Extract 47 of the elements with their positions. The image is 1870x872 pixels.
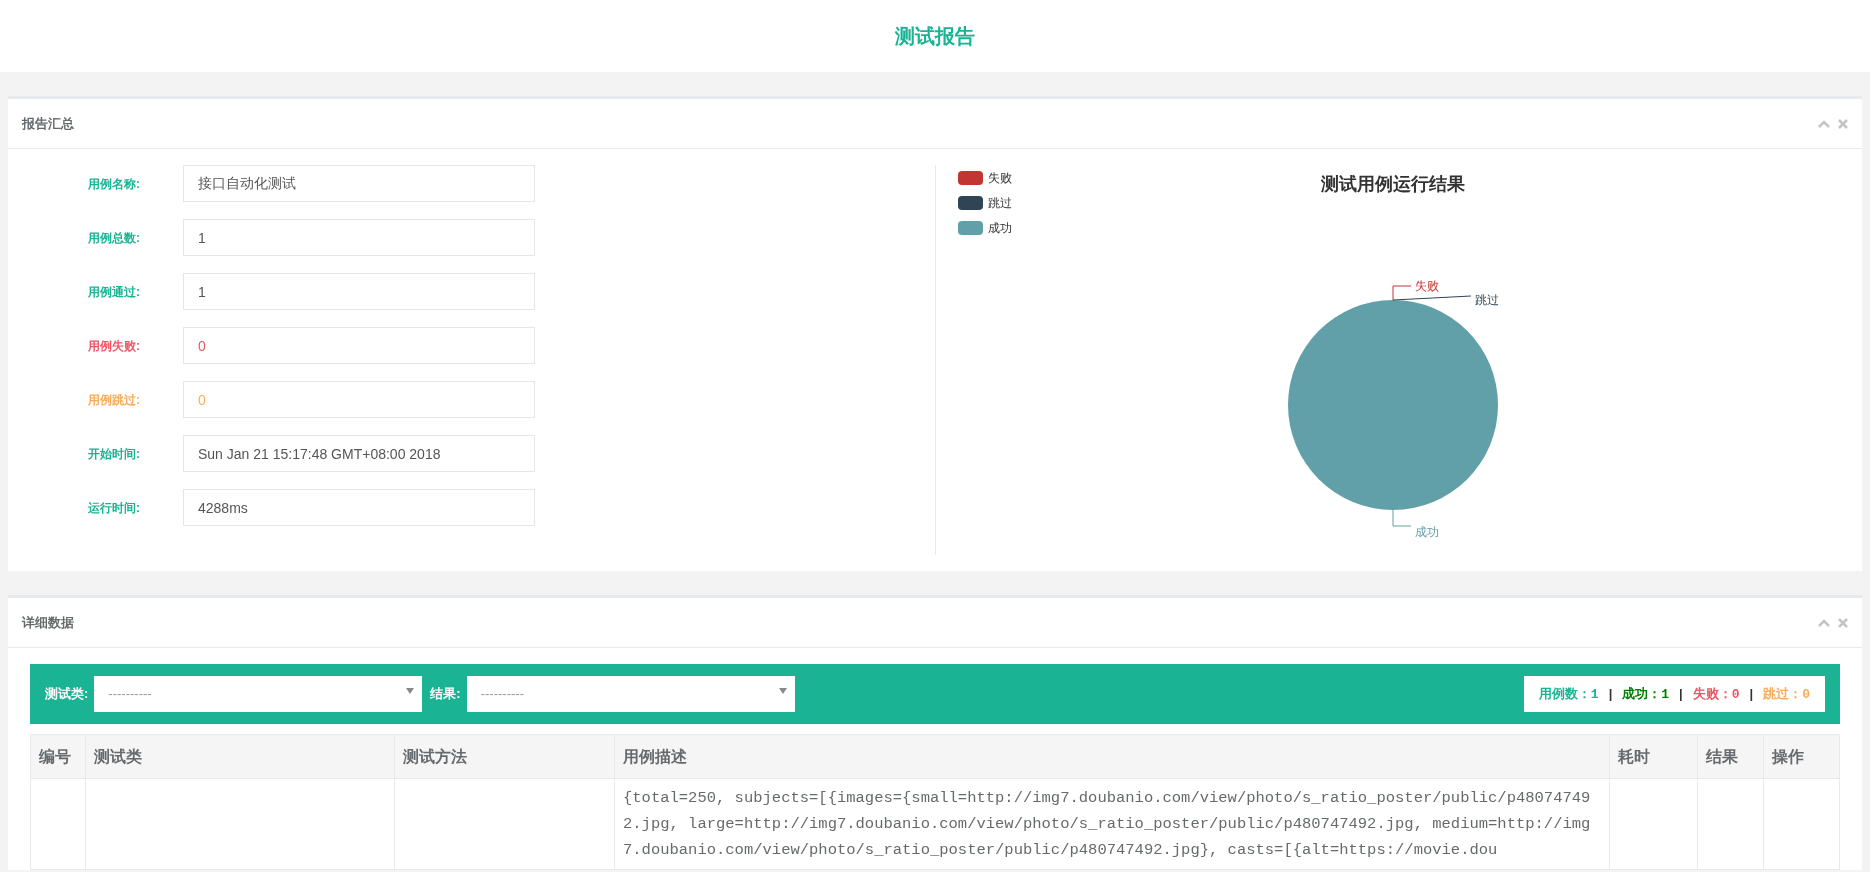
column-header: 用例描述: [614, 734, 1610, 779]
field-label: 开始时间:: [88, 445, 141, 463]
legend-label[interactable]: 成功: [988, 219, 1012, 237]
column-header: 耗时: [1609, 734, 1698, 779]
column-header: 测试类: [85, 734, 395, 779]
field-input[interactable]: 1: [183, 219, 535, 256]
caret-icon: [778, 688, 787, 694]
field-input[interactable]: 4288ms: [183, 489, 535, 526]
collapse-icon[interactable]: [1818, 119, 1830, 128]
field-label: 用例总数:: [88, 229, 141, 247]
legend-label[interactable]: 跳过: [988, 194, 1012, 212]
stats-separator: |: [1679, 685, 1683, 704]
field-input[interactable]: 接口自动化测试: [183, 165, 535, 202]
field-input[interactable]: Sun Jan 21 15:17:48 GMT+08:00 2018: [183, 435, 535, 472]
page-title: 测试报告: [895, 24, 975, 49]
caret-icon: [406, 688, 415, 694]
field-input[interactable]: 1: [183, 273, 535, 310]
field-label: 用例通过:: [88, 283, 141, 301]
collapse-icon[interactable]: [1818, 618, 1830, 627]
close-icon[interactable]: [1838, 617, 1848, 628]
panel-title: 详细数据: [22, 613, 74, 632]
stats-item: 成功：1: [1622, 684, 1670, 704]
table-cell: {total=250, subjects=[{images={small=http://img7.doubanio.com/view/photo/s_ratio_poster/public/p480747492.jpg, large=http://img7.doubanio.com/view/photo/s_ratio_poster/public/p480747492.jpg, medium=http://img7.doubanio.com/view/photo/s_ratio_poster/public/p480747492.jpg}, casts=[{alt=https://movie.dou: [614, 778, 1610, 870]
stats-item: 跳过：0: [1763, 684, 1810, 704]
slice-label: 失败: [1415, 279, 1439, 293]
column-header: 操作: [1763, 734, 1840, 779]
stats-separator: |: [1749, 685, 1754, 704]
column-header: 编号: [30, 734, 86, 779]
filter-label: 结果:: [430, 685, 461, 704]
close-icon[interactable]: [1838, 118, 1848, 129]
column-header: 结果: [1697, 734, 1764, 779]
field-label: 用例失败:: [88, 337, 141, 355]
field-label: 运行时间:: [88, 499, 141, 517]
field-label: 用例跳过:: [88, 391, 141, 409]
stats-separator: |: [1608, 685, 1613, 704]
stats-item: 用例数：1: [1538, 684, 1599, 704]
field-label: 用例名称:: [88, 175, 141, 193]
field-input[interactable]: 0: [183, 327, 535, 364]
slice-label: 成功: [1415, 525, 1439, 539]
stats-item: 失败：0: [1692, 684, 1740, 704]
panel-title: 报告汇总: [22, 114, 74, 133]
legend-label[interactable]: 失败: [988, 169, 1012, 187]
chart-title: 测试用例运行结果: [1321, 173, 1465, 196]
column-header: 测试方法: [394, 734, 615, 779]
leader-line: [1392, 509, 1412, 527]
slice-label: 跳过: [1475, 293, 1499, 307]
filter-label: 测试类:: [45, 685, 89, 704]
